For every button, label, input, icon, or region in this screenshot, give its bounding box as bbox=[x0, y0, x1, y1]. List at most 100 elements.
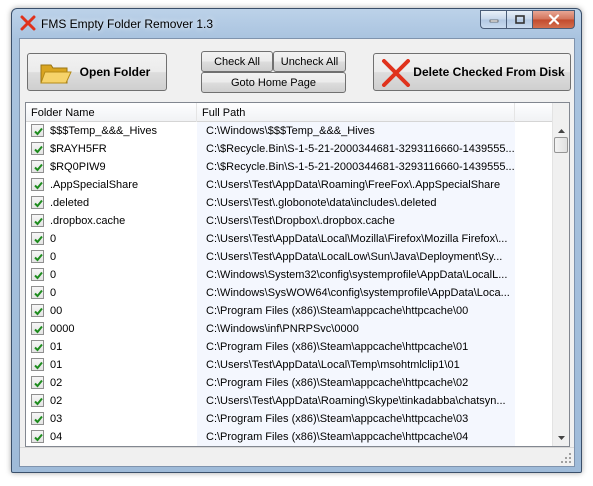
table-row[interactable]: 0 C:\Users\Test\AppData\LocalLow\Sun\Java… bbox=[26, 248, 553, 266]
row-checkbox[interactable] bbox=[31, 430, 44, 443]
row-checkbox[interactable] bbox=[31, 412, 44, 425]
folder-name-cell: $$$Temp_&&&_Hives bbox=[26, 122, 197, 140]
minimize-button[interactable] bbox=[480, 10, 506, 29]
app-window: FMS Empty Folder Remover 1.3 Open Folder bbox=[11, 8, 582, 473]
open-folder-button[interactable]: Open Folder bbox=[27, 53, 167, 91]
checkmark-icon bbox=[34, 253, 43, 262]
row-checkbox[interactable] bbox=[31, 358, 44, 371]
folder-name-cell: $RQ0PIW9 bbox=[26, 158, 197, 176]
vertical-scrollbar[interactable] bbox=[552, 103, 569, 446]
folder-name: 02 bbox=[50, 395, 63, 407]
folder-name-cell: 0000 bbox=[26, 320, 197, 338]
row-checkbox[interactable] bbox=[31, 322, 44, 335]
table-row[interactable]: 01 C:\Users\Test\AppData\Local\Temp\msoht… bbox=[26, 356, 553, 374]
folder-name-cell: 0 bbox=[26, 230, 197, 248]
table-row[interactable]: 00 C:\Program Files (x86)\Steam\appcache\… bbox=[26, 302, 553, 320]
folder-name: 00 bbox=[50, 305, 63, 317]
close-icon bbox=[548, 14, 559, 25]
column-header-full-path[interactable]: Full Path bbox=[197, 103, 515, 122]
table-row[interactable]: $$$Temp_&&&_Hives C:\Windows\$$$Temp_&&&_… bbox=[26, 122, 553, 140]
check-all-button[interactable]: Check All bbox=[201, 51, 273, 72]
close-button[interactable] bbox=[532, 10, 575, 29]
full-path-cell: C:\Users\Test\AppData\Local\Temp\msohtml… bbox=[197, 356, 515, 374]
uncheck-all-label: Uncheck All bbox=[280, 55, 339, 68]
row-checkbox[interactable] bbox=[31, 160, 44, 173]
full-path-cell: C:\Users\Test\AppData\Local\Mozilla\Fire… bbox=[197, 230, 515, 248]
list-rows: $$$Temp_&&&_Hives C:\Windows\$$$Temp_&&&_… bbox=[26, 122, 553, 446]
table-row[interactable]: .deleted C:\Users\Test\.globonote\data\in… bbox=[26, 194, 553, 212]
caption-buttons bbox=[480, 10, 575, 29]
row-checkbox[interactable] bbox=[31, 286, 44, 299]
folder-list[interactable]: Folder Name Full Path $$$Temp_&&&_Hives C… bbox=[25, 102, 570, 447]
table-row[interactable]: 01 C:\Program Files (x86)\Steam\appcache\… bbox=[26, 338, 553, 356]
full-path-cell: C:\Users\Test\AppData\Roaming\Skype\tink… bbox=[197, 392, 515, 410]
full-path-cell: C:\Windows\$$$Temp_&&&_Hives bbox=[197, 122, 515, 140]
delete-checked-button[interactable]: Delete Checked From Disk bbox=[373, 53, 571, 91]
maximize-button[interactable] bbox=[506, 10, 532, 29]
table-row[interactable]: 03 C:\Program Files (x86)\Steam\appcache\… bbox=[26, 410, 553, 428]
table-row[interactable]: $RQ0PIW9 C:\$Recycle.Bin\S-1-5-21-2000344… bbox=[26, 158, 553, 176]
table-row[interactable]: .AppSpecialShare C:\Users\Test\AppData\Ro… bbox=[26, 176, 553, 194]
checkmark-icon bbox=[34, 325, 43, 334]
goto-home-page-button[interactable]: Goto Home Page bbox=[201, 72, 346, 93]
checkmark-icon bbox=[34, 181, 43, 190]
folder-name: 04 bbox=[50, 431, 63, 443]
table-row[interactable]: 0000 C:\Windows\inf\PNRPSvc\0000 bbox=[26, 320, 553, 338]
scroll-down-button[interactable] bbox=[553, 429, 569, 446]
status-bar bbox=[20, 447, 574, 466]
folder-name: 0000 bbox=[50, 323, 75, 335]
folder-name-cell: 0 bbox=[26, 248, 197, 266]
checkmark-icon bbox=[34, 271, 43, 280]
row-checkbox[interactable] bbox=[31, 394, 44, 407]
table-row[interactable]: 02 C:\Program Files (x86)\Steam\appcache\… bbox=[26, 374, 553, 392]
folder-name-cell: .dropbox.cache bbox=[26, 212, 197, 230]
folder-name: 0 bbox=[50, 251, 57, 263]
folder-name-cell: 00 bbox=[26, 302, 197, 320]
table-row[interactable]: 02 C:\Users\Test\AppData\Roaming\Skype\ti… bbox=[26, 392, 553, 410]
row-checkbox[interactable] bbox=[31, 178, 44, 191]
full-path-cell: C:\Users\Test\.globonote\data\includes\.… bbox=[197, 194, 515, 212]
scroll-thumb[interactable] bbox=[554, 137, 568, 153]
row-checkbox[interactable] bbox=[31, 250, 44, 263]
full-path-cell: C:\Program Files (x86)\Steam\appcache\ht… bbox=[197, 374, 515, 392]
table-row[interactable]: .dropbox.cache C:\Users\Test\Dropbox\.dro… bbox=[26, 212, 553, 230]
full-path-cell: C:\Users\Test\AppData\Roaming\FreeFox\.A… bbox=[197, 176, 515, 194]
chevron-up-icon bbox=[557, 128, 565, 133]
table-row[interactable]: 0 C:\Users\Test\AppData\Local\Mozilla\Fir… bbox=[26, 230, 553, 248]
folder-name-cell: .deleted bbox=[26, 194, 197, 212]
row-checkbox[interactable] bbox=[31, 142, 44, 155]
check-all-label: Check All bbox=[214, 55, 260, 68]
folder-name: $RQ0PIW9 bbox=[50, 161, 106, 173]
checkmark-icon bbox=[34, 343, 43, 352]
checkmark-icon bbox=[34, 397, 43, 406]
checkmark-icon bbox=[34, 145, 43, 154]
column-header-folder-name[interactable]: Folder Name bbox=[26, 103, 197, 122]
folder-name: 02 bbox=[50, 377, 63, 389]
list-header: Folder Name Full Path bbox=[26, 103, 569, 122]
row-checkbox[interactable] bbox=[31, 340, 44, 353]
checkmark-icon bbox=[34, 163, 43, 172]
row-checkbox[interactable] bbox=[31, 268, 44, 281]
row-checkbox[interactable] bbox=[31, 304, 44, 317]
row-checkbox[interactable] bbox=[31, 124, 44, 137]
checkmark-icon bbox=[34, 379, 43, 388]
row-checkbox[interactable] bbox=[31, 376, 44, 389]
delete-checked-label: Delete Checked From Disk bbox=[413, 65, 565, 79]
table-row[interactable]: 0 C:\Windows\System32\config\systemprofil… bbox=[26, 266, 553, 284]
chevron-down-icon bbox=[557, 435, 565, 440]
resize-grip-icon[interactable] bbox=[560, 452, 572, 464]
table-row[interactable]: 0 C:\Windows\SysWOW64\config\systemprofil… bbox=[26, 284, 553, 302]
table-row[interactable]: 04 C:\Program Files (x86)\Steam\appcache\… bbox=[26, 428, 553, 446]
checkmark-icon bbox=[34, 307, 43, 316]
title-bar[interactable]: FMS Empty Folder Remover 1.3 bbox=[12, 9, 581, 38]
minimize-icon bbox=[489, 19, 498, 22]
row-checkbox[interactable] bbox=[31, 232, 44, 245]
folder-name: $$$Temp_&&&_Hives bbox=[50, 125, 158, 137]
row-checkbox[interactable] bbox=[31, 214, 44, 227]
folder-name-cell: 01 bbox=[26, 338, 197, 356]
folder-name-cell: .AppSpecialShare bbox=[26, 176, 197, 194]
red-x-icon bbox=[381, 59, 411, 90]
row-checkbox[interactable] bbox=[31, 196, 44, 209]
uncheck-all-button[interactable]: Uncheck All bbox=[273, 51, 346, 72]
table-row[interactable]: $RAYH5FR C:\$Recycle.Bin\S-1-5-21-2000344… bbox=[26, 140, 553, 158]
